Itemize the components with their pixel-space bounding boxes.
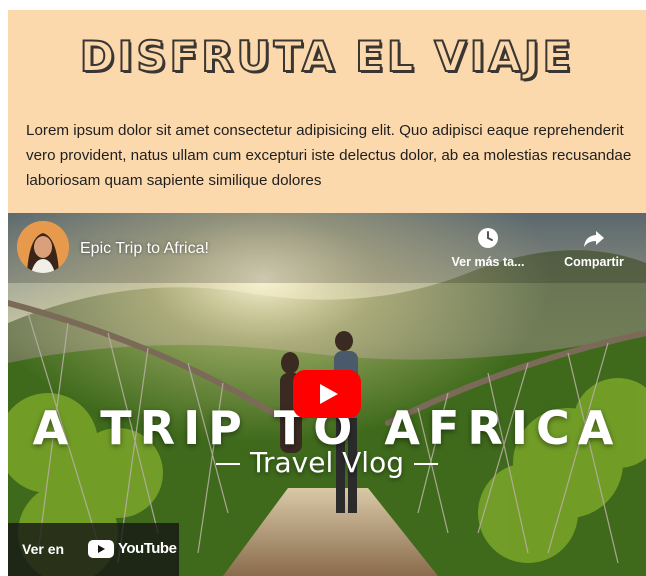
subtitle-dash-right bbox=[413, 463, 438, 465]
play-button[interactable] bbox=[293, 370, 361, 418]
youtube-embed[interactable]: Epic Trip to Africa! Ver más ta... Compa… bbox=[8, 213, 646, 576]
thumbnail-subtitle-text: Travel Vlog bbox=[250, 446, 404, 479]
youtube-wordmark: YouTube bbox=[118, 540, 177, 557]
clock-icon bbox=[478, 228, 498, 248]
watch-later-label: Ver más ta... bbox=[451, 255, 525, 269]
share-label: Compartir bbox=[564, 255, 624, 269]
watch-on-youtube-button[interactable]: Ver en YouTube bbox=[8, 523, 179, 576]
intro-paragraph: Lorem ipsum dolor sit amet consectetur a… bbox=[26, 122, 632, 189]
video-title[interactable]: Epic Trip to Africa! bbox=[80, 240, 209, 258]
subtitle-dash-left bbox=[216, 463, 240, 465]
watch-on-label: Ver en bbox=[22, 541, 65, 557]
channel-avatar[interactable] bbox=[17, 221, 69, 273]
page-heading: DISFRUTA EL VIAJE bbox=[79, 31, 575, 82]
play-icon bbox=[293, 370, 361, 418]
youtube-logo-icon bbox=[88, 540, 114, 558]
content-card: DISFRUTA EL VIAJE Lorem ipsum dolor sit … bbox=[8, 10, 646, 576]
share-button[interactable]: Compartir bbox=[544, 227, 644, 269]
watch-later-button[interactable]: Ver más ta... bbox=[438, 227, 538, 269]
share-icon bbox=[584, 231, 604, 247]
thumbnail-subtitle: Travel Vlog bbox=[8, 446, 646, 479]
